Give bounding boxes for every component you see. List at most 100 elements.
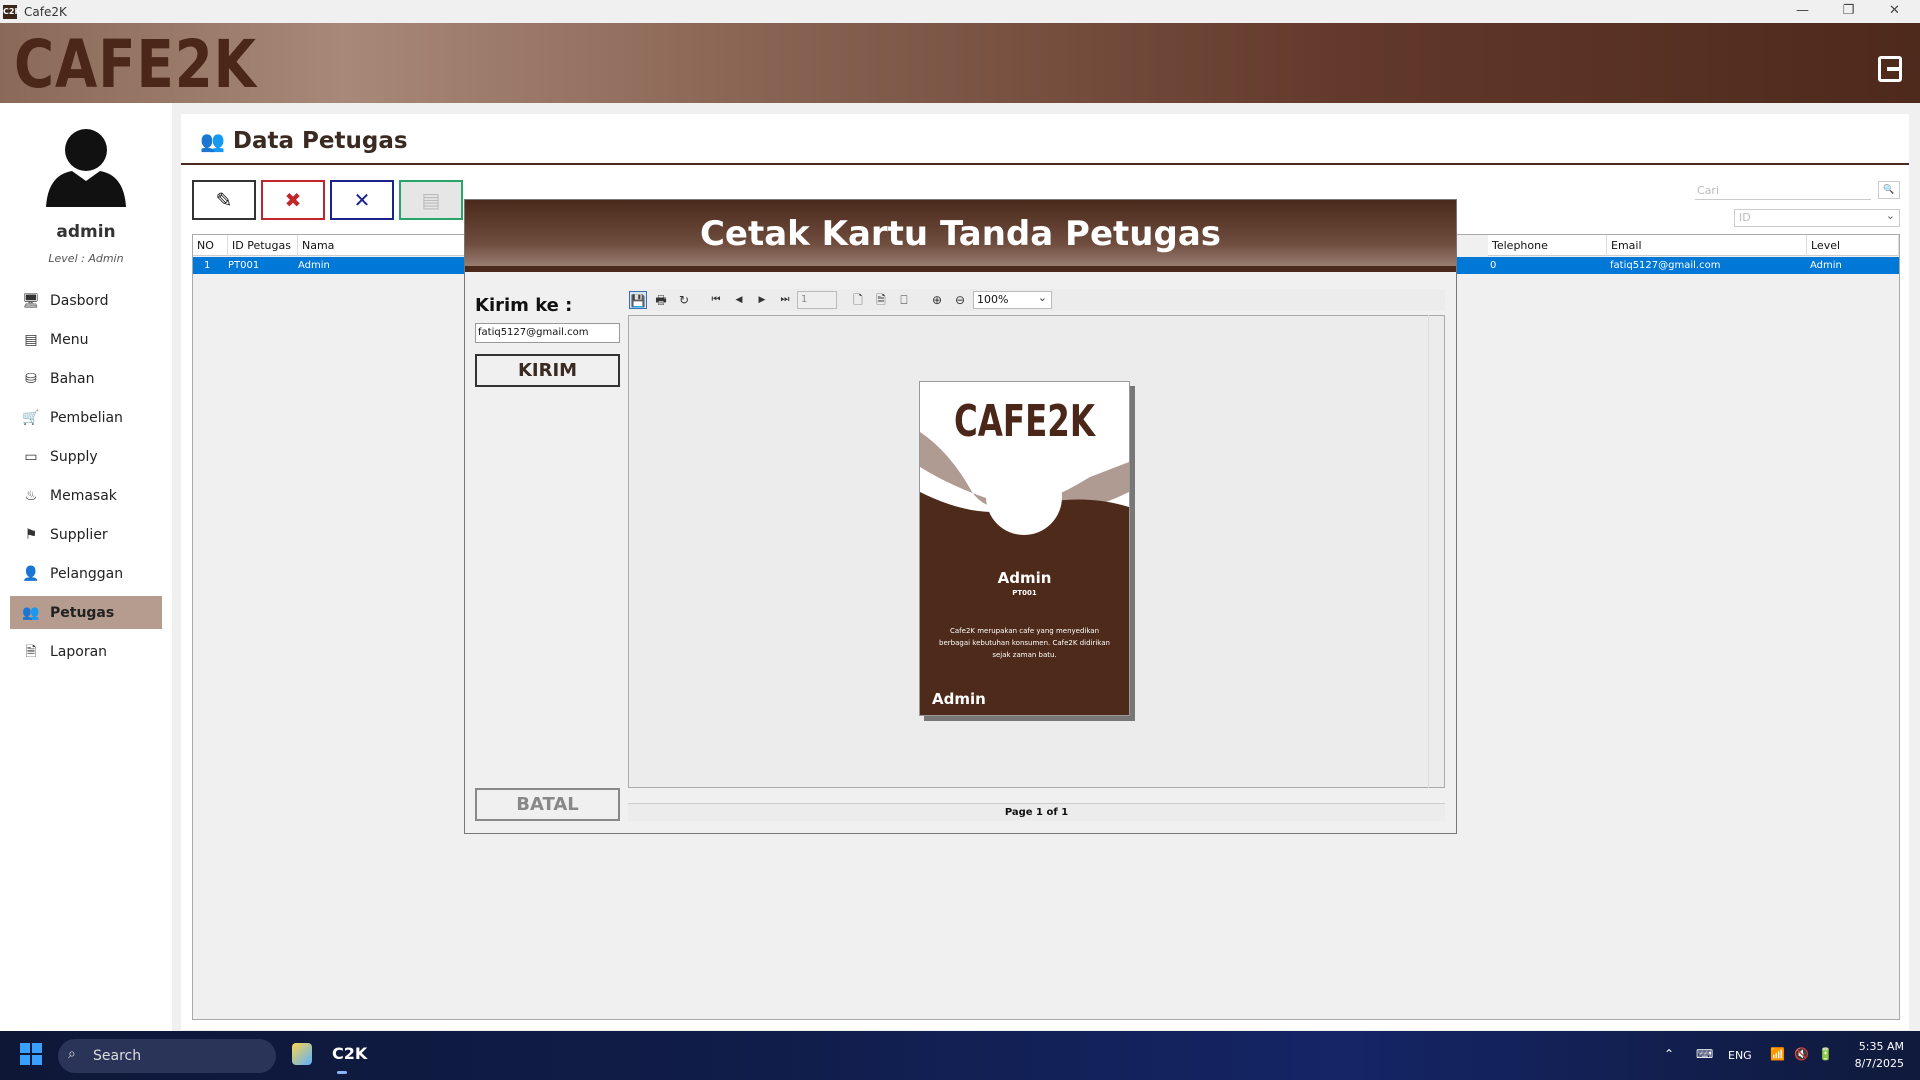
cell-id: PT001 bbox=[228, 260, 260, 271]
clock-time[interactable]: 5:35 AM bbox=[1850, 1040, 1904, 1053]
box-icon: ▭ bbox=[24, 448, 38, 465]
sidebar-item-label: Laporan bbox=[50, 643, 108, 660]
cancel-button[interactable]: ✕ bbox=[330, 180, 394, 220]
zoom-out-icon[interactable]: ⊖ bbox=[951, 291, 969, 309]
cell-email: fatiq5127@gmail.com bbox=[1610, 260, 1721, 271]
sidebar-item-laporan[interactable]: 🗎 Laporan bbox=[10, 635, 162, 668]
column-header-email[interactable]: Email bbox=[1607, 235, 1807, 256]
users-icon: 👥 bbox=[200, 129, 225, 153]
sidebar-item-supplier[interactable]: ⚑ Supplier bbox=[10, 518, 162, 551]
search-button[interactable]: 🔍 bbox=[1878, 181, 1900, 199]
taskbar-search[interactable]: Search bbox=[58, 1039, 276, 1073]
active-app-indicator bbox=[337, 1071, 347, 1074]
staff-id-card: CAFE2K Admin PT001 Cafe2K merupakan cafe… bbox=[919, 381, 1130, 716]
print-card-button[interactable]: ▤ bbox=[399, 180, 463, 220]
column-header-nama[interactable]: Nama bbox=[298, 235, 466, 256]
wifi-icon[interactable]: 📶 bbox=[1770, 1047, 1785, 1061]
prev-page-icon[interactable]: ◀ bbox=[730, 291, 748, 309]
staff-icon: 👥 bbox=[22, 604, 40, 621]
cell-nama: Admin bbox=[298, 260, 330, 271]
send-to-label: Kirim ke : bbox=[475, 295, 573, 316]
card-logo: CAFE2K bbox=[953, 396, 1096, 447]
report-icon: 🗎 bbox=[25, 643, 37, 660]
zoom-in-icon[interactable]: ⊕ bbox=[928, 291, 946, 309]
page-layout-icon[interactable]: 🗋 bbox=[849, 291, 867, 309]
logout-icon[interactable] bbox=[1878, 56, 1902, 82]
print-icon[interactable]: 🖶 bbox=[652, 291, 670, 309]
sidebar-item-label: Supplier bbox=[50, 526, 108, 543]
app-icon: C2K bbox=[3, 4, 21, 19]
taskbar bbox=[0, 1031, 1920, 1080]
minimize-button[interactable]: — bbox=[1780, 0, 1825, 23]
clock-date[interactable]: 8/7/2025 bbox=[1850, 1057, 1904, 1070]
dialog-header-bar bbox=[465, 266, 1456, 272]
save-icon[interactable]: 💾 bbox=[629, 291, 647, 309]
card-description: Cafe2K merupakan cafe yang menyedikan be… bbox=[939, 627, 1110, 659]
report-page-status: Page 1 of 1 bbox=[628, 803, 1445, 821]
report-viewer-divider bbox=[1428, 315, 1429, 788]
sidebar-item-label: Dasbord bbox=[50, 292, 109, 309]
search-icon: 🔍 bbox=[1883, 185, 1895, 195]
sidebar-item-label: Pembelian bbox=[50, 409, 123, 426]
column-header-telephone[interactable]: Telephone bbox=[1488, 235, 1607, 256]
pot-icon: ♨ bbox=[24, 487, 38, 504]
sidebar-item-memasak[interactable]: ♨ Memasak bbox=[10, 479, 162, 512]
cell-level: Admin bbox=[1810, 260, 1842, 271]
monitor-icon: 🖥 bbox=[22, 292, 40, 309]
close-window-button[interactable]: ✕ bbox=[1872, 0, 1917, 23]
page-setup-icon[interactable]: 🗎 bbox=[872, 291, 890, 309]
language-indicator[interactable]: ENG bbox=[1728, 1049, 1752, 1062]
taskbar-app-icon[interactable] bbox=[292, 1043, 312, 1065]
sidebar-item-menu[interactable]: ▤ Menu bbox=[10, 323, 162, 356]
refresh-icon[interactable]: ↻ bbox=[675, 291, 693, 309]
sidebar-item-petugas[interactable]: 👥 Petugas bbox=[10, 596, 162, 629]
sidebar-item-pembelian[interactable]: 🛒 Pembelian bbox=[10, 401, 162, 434]
cafe2k-taskbar-icon[interactable]: C2K bbox=[332, 1044, 367, 1063]
window-title: Cafe2K bbox=[24, 4, 67, 19]
delete-button[interactable]: ✖ bbox=[261, 180, 325, 220]
delete-icon: ✖ bbox=[284, 188, 302, 212]
keyboard-icon[interactable]: ⌨ bbox=[1696, 1047, 1713, 1061]
pencil-icon: ✎ bbox=[215, 188, 233, 212]
sidebar-item-label: Bahan bbox=[50, 370, 95, 387]
print-layout-icon[interactable]: ⎕ bbox=[895, 291, 913, 309]
sidebar-item-pelanggan[interactable]: 👤 Pelanggan bbox=[10, 557, 162, 590]
last-page-icon[interactable]: ⏭ bbox=[776, 291, 794, 309]
card-name: Admin bbox=[997, 569, 1052, 587]
column-header-id[interactable]: ID Petugas bbox=[228, 235, 298, 256]
sidebar-item-supply[interactable]: ▭ Supply bbox=[10, 440, 162, 473]
chevron-up-icon[interactable]: ⌃ bbox=[1664, 1047, 1674, 1061]
email-field[interactable]: fatiq5127@gmail.com bbox=[475, 323, 620, 343]
supplier-icon: ⚑ bbox=[24, 526, 38, 543]
page-title: 👥 Data Petugas bbox=[200, 128, 408, 154]
app-logo: CAFE2K bbox=[14, 26, 257, 103]
next-page-icon[interactable]: ▶ bbox=[753, 291, 771, 309]
edit-button[interactable]: ✎ bbox=[192, 180, 256, 220]
app-header bbox=[0, 23, 1920, 103]
user-level: Level : Admin bbox=[48, 252, 124, 265]
volume-icon[interactable]: 🔇 bbox=[1794, 1047, 1809, 1061]
dialog-title: Cetak Kartu Tanda Petugas bbox=[699, 214, 1222, 254]
search-filter-select[interactable]: ID bbox=[1734, 208, 1900, 227]
cell-telephone: 0 bbox=[1490, 260, 1497, 271]
search-input[interactable]: Cari bbox=[1695, 180, 1871, 200]
column-header-no[interactable]: NO bbox=[193, 235, 228, 256]
page-number-input[interactable]: 1 bbox=[797, 291, 837, 309]
column-header-level[interactable]: Level bbox=[1807, 235, 1899, 256]
title-divider bbox=[181, 163, 1909, 165]
restore-button[interactable]: ❐ bbox=[1826, 0, 1871, 23]
cart-icon: 🛒 bbox=[22, 409, 40, 426]
zoom-select[interactable]: 100% bbox=[973, 290, 1052, 309]
battery-icon[interactable]: 🔋 bbox=[1818, 1047, 1833, 1061]
windows-start-icon[interactable] bbox=[20, 1043, 42, 1065]
send-button[interactable]: KIRIM bbox=[475, 354, 620, 387]
batal-button[interactable]: BATAL bbox=[475, 788, 620, 821]
sidebar-item-label: Menu bbox=[50, 331, 89, 348]
sidebar-item-dasbord[interactable]: 🖥 Dasbord bbox=[10, 284, 162, 317]
close-circle-icon: ✕ bbox=[353, 188, 371, 212]
ingredients-icon: ⛁ bbox=[25, 370, 37, 387]
customer-icon: 👤 bbox=[22, 565, 40, 582]
sidebar-item-bahan[interactable]: ⛁ Bahan bbox=[10, 362, 162, 395]
first-page-icon[interactable]: ⏮ bbox=[707, 291, 725, 309]
search-icon: ⌕ bbox=[68, 1046, 76, 1062]
